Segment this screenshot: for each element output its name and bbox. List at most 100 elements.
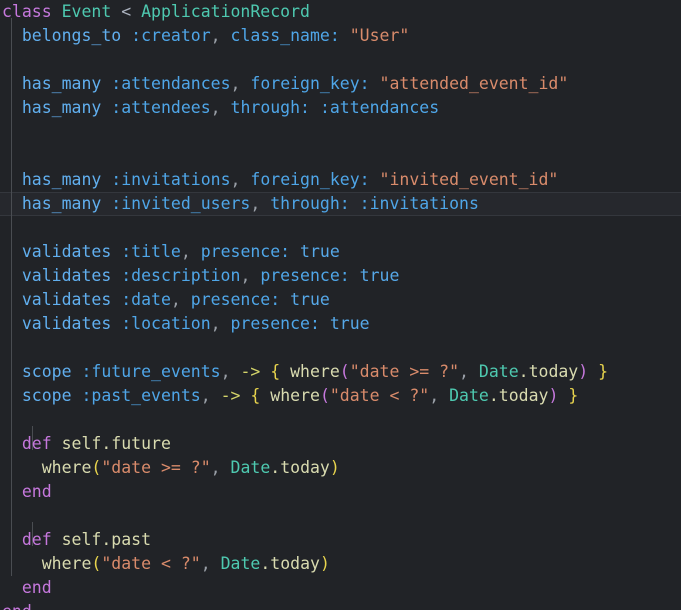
code-token: ( bbox=[91, 554, 102, 573]
code-token: "date < ?" bbox=[329, 386, 430, 405]
code-token: true bbox=[329, 314, 370, 333]
code-lines-container[interactable]: class Event < ApplicationRecord belongs_… bbox=[0, 0, 681, 610]
code-token: , bbox=[250, 194, 261, 213]
code-line[interactable]: has_many :invited_users, through: :invit… bbox=[0, 192, 681, 216]
code-token: :title bbox=[121, 242, 181, 261]
code-token: Event bbox=[61, 2, 112, 21]
code-line[interactable]: scope :past_events, -> { where("date < ?… bbox=[0, 384, 681, 408]
code-line[interactable]: has_many :attendees, through: :attendanc… bbox=[0, 96, 681, 120]
code-token: validates bbox=[21, 314, 112, 333]
code-token: .today bbox=[260, 554, 320, 573]
code-line[interactable]: scope :future_events, -> { where("date >… bbox=[0, 360, 681, 384]
code-token: end bbox=[21, 482, 52, 501]
code-line[interactable]: has_many :invitations, foreign_key: "inv… bbox=[0, 168, 681, 192]
code-line[interactable] bbox=[0, 144, 681, 168]
code-line[interactable]: belongs_to :creator, class_name: "User" bbox=[0, 24, 681, 48]
code-line[interactable]: def self.past bbox=[0, 528, 681, 552]
code-token: .today bbox=[488, 386, 549, 405]
code-token: { bbox=[250, 386, 261, 405]
code-token: self.past bbox=[61, 530, 152, 549]
code-line[interactable]: validates :date, presence: true bbox=[0, 288, 681, 312]
code-line[interactable] bbox=[0, 408, 681, 432]
code-line[interactable]: where("date >= ?", Date.today) bbox=[0, 456, 681, 480]
code-token: def bbox=[21, 530, 52, 549]
code-line[interactable] bbox=[0, 216, 681, 240]
code-token: end bbox=[21, 578, 52, 597]
code-token: end bbox=[2, 602, 32, 610]
code-token: validates bbox=[21, 266, 112, 285]
code-editor-surface[interactable]: class Event < ApplicationRecord belongs_… bbox=[0, 0, 681, 610]
code-line[interactable]: validates :location, presence: true bbox=[0, 312, 681, 336]
code-token: .today bbox=[518, 362, 579, 381]
code-token: scope bbox=[21, 386, 72, 405]
code-token: :creator bbox=[131, 26, 211, 45]
code-token: presence: bbox=[230, 314, 320, 333]
code-line[interactable] bbox=[0, 48, 681, 72]
code-token: "date < ?" bbox=[101, 554, 201, 573]
code-token: :description bbox=[121, 266, 241, 285]
code-line[interactable]: where("date < ?", Date.today) bbox=[0, 552, 681, 576]
code-token: , bbox=[210, 458, 221, 477]
code-token: true bbox=[300, 242, 340, 261]
code-token: ) bbox=[578, 362, 589, 381]
code-line[interactable]: validates :description, presence: true bbox=[0, 264, 681, 288]
code-token: , bbox=[220, 362, 231, 381]
code-line[interactable] bbox=[0, 336, 681, 360]
code-token: ( bbox=[319, 386, 330, 405]
code-token: def bbox=[21, 434, 52, 453]
code-line[interactable]: end bbox=[0, 600, 681, 610]
code-line[interactable]: end bbox=[0, 480, 681, 504]
code-line[interactable]: def self.future bbox=[0, 432, 681, 456]
code-line[interactable]: class Event < ApplicationRecord bbox=[0, 0, 681, 24]
code-token: :invitations bbox=[359, 194, 479, 213]
code-token: :invited_users bbox=[111, 194, 251, 213]
code-token: ) bbox=[329, 458, 340, 477]
code-token: through: bbox=[270, 194, 350, 213]
code-editor[interactable]: class Event < ApplicationRecord belongs_… bbox=[0, 0, 681, 610]
code-token: where bbox=[290, 362, 340, 381]
code-token: presence: bbox=[190, 290, 281, 309]
code-token: has_many bbox=[21, 170, 102, 189]
code-token: , bbox=[210, 98, 221, 117]
code-token: has_many bbox=[21, 98, 102, 117]
code-token: where bbox=[41, 554, 92, 573]
code-token: through: bbox=[230, 98, 310, 117]
code-token: :attendees bbox=[111, 98, 211, 117]
code-token: Date bbox=[220, 554, 261, 573]
code-line[interactable] bbox=[0, 120, 681, 144]
code-token: ) bbox=[548, 386, 559, 405]
code-line[interactable] bbox=[0, 504, 681, 528]
code-token: , bbox=[210, 314, 221, 333]
code-token: Date bbox=[478, 362, 519, 381]
code-line[interactable]: has_many :attendances, foreign_key: "att… bbox=[0, 72, 681, 96]
code-token: foreign_key: bbox=[250, 74, 370, 93]
code-token: ApplicationRecord bbox=[141, 2, 310, 21]
code-line[interactable]: validates :title, presence: true bbox=[0, 240, 681, 264]
code-line[interactable]: end bbox=[0, 576, 681, 600]
